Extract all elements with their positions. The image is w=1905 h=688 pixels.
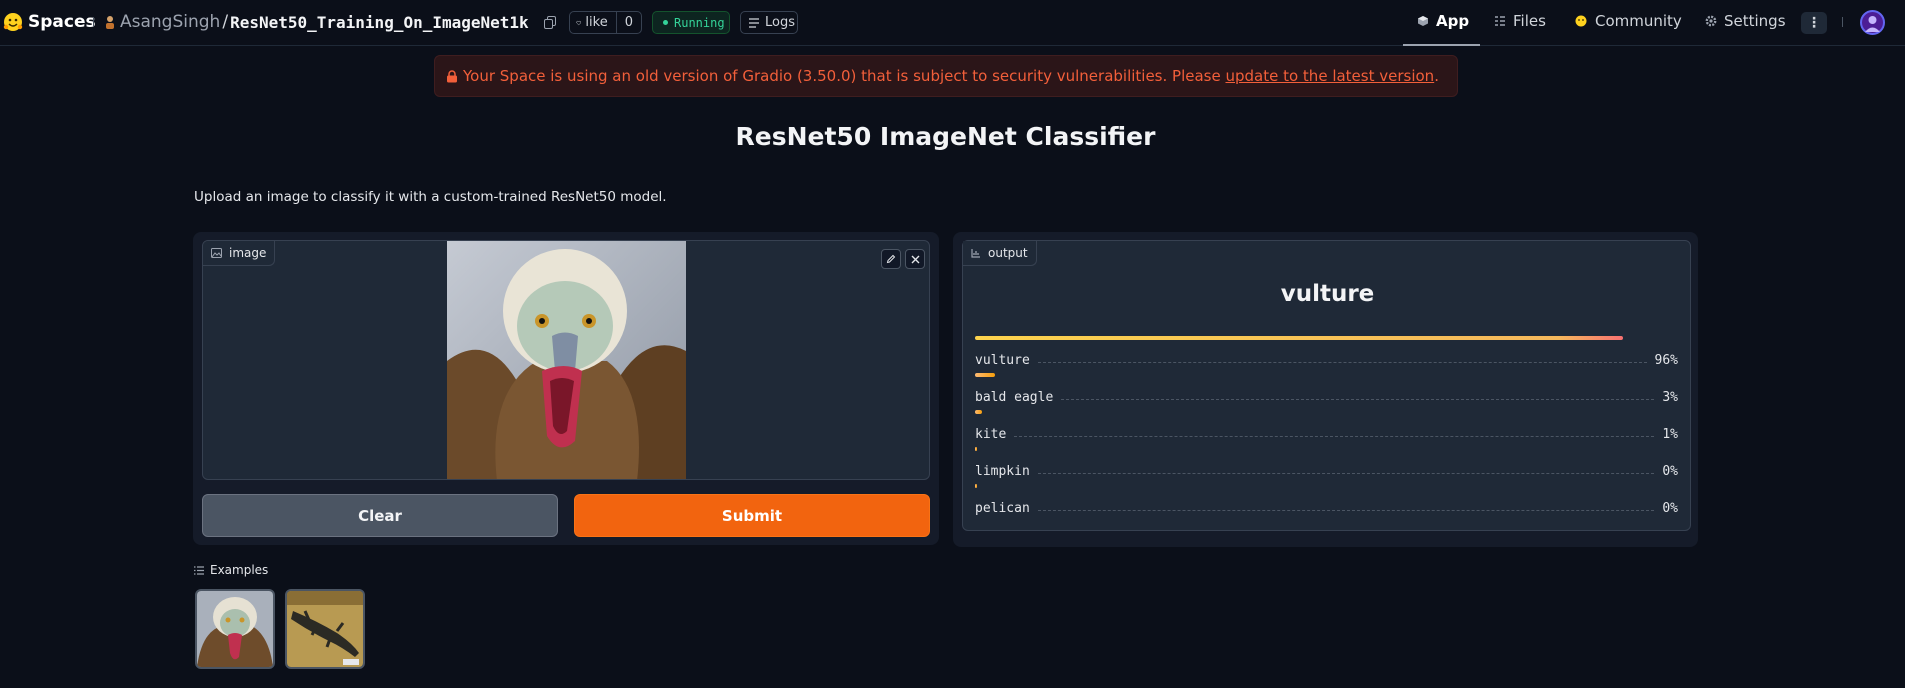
confidence-bar <box>975 336 1623 340</box>
confidence-row-text: bald eagle 3% <box>975 385 1678 405</box>
page-description: Upload an image to classify it with a cu… <box>194 189 667 205</box>
dotted-leader <box>1037 510 1655 511</box>
clear-image-button[interactable] <box>905 249 925 269</box>
image-input-label: image <box>203 241 276 266</box>
tab-app[interactable]: App <box>1417 12 1469 30</box>
confidence-value: 0% <box>1662 464 1678 479</box>
heart-icon <box>576 20 582 25</box>
confidence-value: 96% <box>1654 353 1678 368</box>
dotted-leader <box>1037 473 1655 474</box>
tab-files-label: Files <box>1513 12 1546 30</box>
examples-title: Examples <box>210 563 269 577</box>
status-dot-icon <box>663 20 668 25</box>
more-options-button[interactable]: ⋮ <box>1801 12 1827 34</box>
confidence-bar <box>975 484 977 488</box>
confidence-value: 1% <box>1662 427 1678 442</box>
user-avatar[interactable] <box>1860 10 1885 35</box>
confidence-row-text: kite 1% <box>975 422 1678 442</box>
owner-avatar-icon <box>106 16 114 29</box>
list-icon <box>194 565 204 575</box>
tab-community-label: Community <box>1595 12 1682 30</box>
files-icon <box>1495 16 1505 26</box>
image-input[interactable]: image <box>202 240 930 480</box>
logs-icon <box>749 17 759 28</box>
confidence-value: 0% <box>1662 501 1678 516</box>
confidence-row-text: pelican 0% <box>975 496 1678 516</box>
output-panel: output vulture vulture 96% bald eagle 3% kit… <box>953 232 1698 547</box>
hugging-face-logo-icon[interactable] <box>3 12 23 32</box>
warning-suffix: . <box>1434 67 1439 85</box>
copy-icon[interactable] <box>544 16 556 29</box>
owner-link[interactable]: AsangSingh <box>120 12 220 32</box>
user-avatar-icon <box>1865 16 1880 32</box>
like-button[interactable]: like 0 <box>569 11 642 34</box>
like-count: 0 <box>615 12 641 33</box>
top-navbar: Spaces AsangSingh / ResNet50_Training_On… <box>0 0 1905 46</box>
confidence-value: 3% <box>1662 390 1678 405</box>
status-badge[interactable]: Running <box>652 11 730 34</box>
output-label-text: output <box>988 246 1028 260</box>
warning-text: Your Space is using an old version of Gr… <box>463 67 1226 85</box>
logs-label: Logs <box>765 15 795 30</box>
image-icon <box>211 248 222 258</box>
label-chart-icon <box>971 249 980 258</box>
tab-settings-label: Settings <box>1724 12 1786 30</box>
dotted-leader <box>1014 436 1655 437</box>
confidence-label: kite <box>975 427 1007 442</box>
tab-community[interactable]: Community <box>1574 12 1682 30</box>
image-label-text: image <box>229 246 267 260</box>
pencil-icon <box>886 254 896 264</box>
gear-icon <box>1705 15 1717 27</box>
tab-files[interactable]: Files <box>1494 12 1546 30</box>
divider <box>93 17 94 27</box>
example-vulture[interactable] <box>195 589 275 669</box>
logs-button[interactable]: Logs <box>740 11 798 34</box>
uploaded-vulture-image <box>447 241 686 479</box>
cube-icon <box>1418 16 1428 26</box>
clear-button[interactable]: Clear <box>202 494 558 537</box>
kebab-icon: ⋮ <box>1807 15 1821 31</box>
confidence-bar <box>975 373 995 377</box>
tab-app-label: App <box>1436 12 1470 30</box>
close-icon <box>911 255 919 263</box>
confidence-label: vulture <box>975 353 1030 368</box>
tab-settings[interactable]: Settings <box>1705 12 1786 30</box>
confidence-label: pelican <box>975 501 1030 516</box>
example-reptile[interactable] <box>285 589 365 669</box>
example-reptile-thumbnail <box>287 591 363 667</box>
active-tab-indicator <box>1403 44 1480 46</box>
gradio-version-warning: Your Space is using an old version of Gr… <box>434 55 1458 97</box>
examples-header: Examples <box>194 563 268 577</box>
community-icon <box>1575 15 1587 27</box>
space-breadcrumb: AsangSingh / ResNet50_Training_On_ImageN… <box>104 12 529 32</box>
edit-image-button[interactable] <box>881 249 901 269</box>
input-panel: image Clear Submit <box>193 232 939 545</box>
breadcrumb-separator: / <box>222 12 229 32</box>
divider <box>1842 17 1843 27</box>
label-output: output vulture vulture 96% bald eagle 3% kit… <box>962 240 1691 531</box>
output-label: output <box>963 241 1037 266</box>
spaces-brand-link[interactable]: Spaces <box>28 12 96 32</box>
lock-icon <box>447 69 457 82</box>
dotted-leader <box>1061 399 1655 400</box>
example-vulture-thumbnail <box>197 591 273 667</box>
predicted-label: vulture <box>1280 281 1375 307</box>
confidence-bar <box>975 447 977 451</box>
confidence-label: bald eagle <box>975 390 1054 405</box>
confidence-label: limpkin <box>975 464 1030 479</box>
page-title: ResNet50 ImageNet Classifier <box>735 122 1156 151</box>
dotted-leader <box>1037 362 1647 363</box>
submit-button[interactable]: Submit <box>574 494 930 537</box>
status-text: Running <box>674 15 725 30</box>
update-gradio-link[interactable]: update to the latest version <box>1225 67 1434 85</box>
confidence-row-text: vulture 96% <box>975 348 1678 368</box>
confidence-bar <box>975 410 982 414</box>
like-label: like <box>585 15 608 30</box>
confidence-row-text: limpkin 0% <box>975 459 1678 479</box>
repo-name-link[interactable]: ResNet50_Training_On_ImageNet1k <box>230 13 529 32</box>
